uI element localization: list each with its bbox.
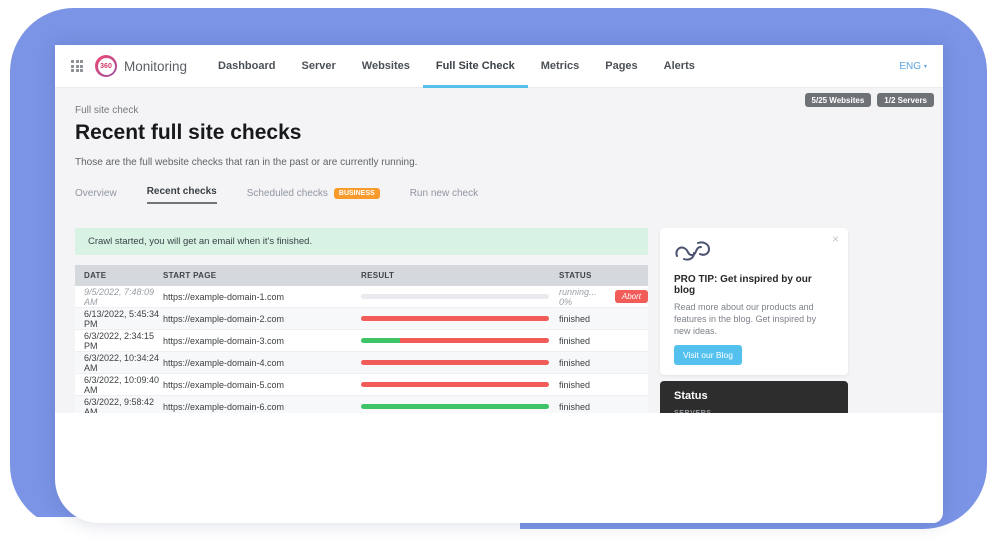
column-header-date: DATE <box>75 271 163 280</box>
check-status-text: finished <box>559 358 590 368</box>
check-start-page: https://example-domain-6.com <box>163 402 361 412</box>
chevron-down-icon: ▾ <box>924 63 927 70</box>
check-result <box>361 316 559 321</box>
check-result <box>361 404 559 409</box>
tab-scheduled-checks[interactable]: Scheduled checks BUSINESS <box>247 188 380 204</box>
check-status: running... 0% Abort <box>559 287 648 307</box>
close-icon[interactable]: × <box>832 232 839 246</box>
nav-item-alerts[interactable]: Alerts <box>651 45 708 88</box>
check-result <box>361 294 559 299</box>
check-result <box>361 382 559 387</box>
table-row: 6/3/2022, 2:34:15 PM https://example-dom… <box>75 330 648 352</box>
pro-tip-card: × PRO TIP: Get inspired by our blog Read… <box>660 228 848 375</box>
checks-table: DATE START PAGE RESULT STATUS 9/5/2022, … <box>75 265 648 413</box>
nav-item-dashboard[interactable]: Dashboard <box>205 45 288 88</box>
language-label: ENG <box>899 61 921 72</box>
abort-button[interactable]: Abort <box>615 290 648 303</box>
progress-bar <box>361 294 549 299</box>
progress-bar <box>361 316 549 321</box>
check-start-page: https://example-domain-4.com <box>163 358 361 368</box>
top-navbar: 360 Monitoring Dashboard Server Websites… <box>55 45 943 88</box>
page: 360 Monitoring Dashboard Server Websites… <box>0 0 997 543</box>
nav-item-websites[interactable]: Websites <box>349 45 423 88</box>
tab-recent-checks[interactable]: Recent checks <box>147 186 217 204</box>
check-start-page: https://example-domain-3.com <box>163 336 361 346</box>
pro-tip-title: PRO TIP: Get inspired by our blog <box>674 274 834 296</box>
check-start-page: https://example-domain-5.com <box>163 380 361 390</box>
page-title: Recent full site checks <box>75 121 923 145</box>
pro-tip-body: Read more about our products and feature… <box>674 301 834 337</box>
app-grid-icon[interactable] <box>71 60 83 72</box>
status-card: Status SERVERS 0 open alert(s) 0 servers… <box>660 381 848 413</box>
table-row: 6/3/2022, 10:09:40 AM https://example-do… <box>75 374 648 396</box>
tab-overview[interactable]: Overview <box>75 188 117 204</box>
brand-logo-icon[interactable]: 360 <box>95 55 117 77</box>
language-selector[interactable]: ENG ▾ <box>899 61 927 72</box>
check-start-page: https://example-domain-1.com <box>163 292 361 302</box>
column-header-status: STATUS <box>559 271 648 280</box>
check-status: finished <box>559 358 648 368</box>
progress-bar <box>361 360 549 365</box>
check-status-text: finished <box>559 314 590 324</box>
business-badge: BUSINESS <box>334 188 380 199</box>
table-row: 6/3/2022, 10:34:24 AM https://example-do… <box>75 352 648 374</box>
check-start-page: https://example-domain-2.com <box>163 314 361 324</box>
content-area: 5/25 Websites 1/2 Servers Full site chec… <box>55 88 943 413</box>
servers-usage-badge[interactable]: 1/2 Servers <box>877 93 934 107</box>
table-row: 6/3/2022, 9:58:42 AM https://example-dom… <box>75 396 648 413</box>
column-header-start-page: START PAGE <box>163 271 361 280</box>
table-header-row: DATE START PAGE RESULT STATUS <box>75 265 648 286</box>
handshake-icon <box>674 240 712 262</box>
crawl-started-notification: Crawl started, you will get an email whe… <box>75 228 648 255</box>
check-date: 6/3/2022, 10:09:40 AM <box>75 375 163 395</box>
usage-badges: 5/25 Websites 1/2 Servers <box>805 93 934 107</box>
tab-scheduled-checks-label: Scheduled checks <box>247 188 328 199</box>
check-status: finished <box>559 380 648 390</box>
progress-bar <box>361 382 549 387</box>
check-result <box>361 360 559 365</box>
check-date: 6/3/2022, 10:34:24 AM <box>75 353 163 373</box>
check-date: 6/3/2022, 2:34:15 PM <box>75 331 163 351</box>
progress-bar <box>361 338 549 343</box>
breadcrumb: Full site check <box>75 88 923 116</box>
tab-bar: Overview Recent checks Scheduled checks … <box>75 186 923 204</box>
check-date: 9/5/2022, 7:48:09 AM <box>75 287 163 307</box>
check-status-text: finished <box>559 336 590 346</box>
status-section-servers: SERVERS <box>674 410 834 413</box>
column-header-result: RESULT <box>361 271 559 280</box>
check-status: finished <box>559 314 648 324</box>
app-window: 360 Monitoring Dashboard Server Websites… <box>55 45 943 523</box>
status-card-title: Status <box>674 390 834 402</box>
check-status: finished <box>559 402 648 412</box>
tab-run-new-check[interactable]: Run new check <box>410 188 478 204</box>
check-result <box>361 338 559 343</box>
table-row: 9/5/2022, 7:48:09 AM https://example-dom… <box>75 286 648 308</box>
nav-item-pages[interactable]: Pages <box>592 45 650 88</box>
websites-usage-badge[interactable]: 5/25 Websites <box>805 93 872 107</box>
check-status: finished <box>559 336 648 346</box>
brand-logo-text: 360 <box>98 58 115 75</box>
visit-blog-button[interactable]: Visit our Blog <box>674 345 742 365</box>
brand-name: Monitoring <box>124 59 187 74</box>
check-status-text: finished <box>559 380 590 390</box>
nav-item-full-site-check[interactable]: Full Site Check <box>423 45 528 88</box>
table-row: 6/13/2022, 5:45:34 PM https://example-do… <box>75 308 648 330</box>
check-status-text: finished <box>559 402 590 412</box>
nav-item-server[interactable]: Server <box>289 45 349 88</box>
page-description: Those are the full website checks that r… <box>75 157 923 168</box>
check-date: 6/13/2022, 5:45:34 PM <box>75 309 163 329</box>
check-status-text: running... 0% <box>559 287 608 307</box>
nav-item-metrics[interactable]: Metrics <box>528 45 593 88</box>
progress-bar <box>361 404 549 409</box>
check-date: 6/3/2022, 9:58:42 AM <box>75 397 163 414</box>
